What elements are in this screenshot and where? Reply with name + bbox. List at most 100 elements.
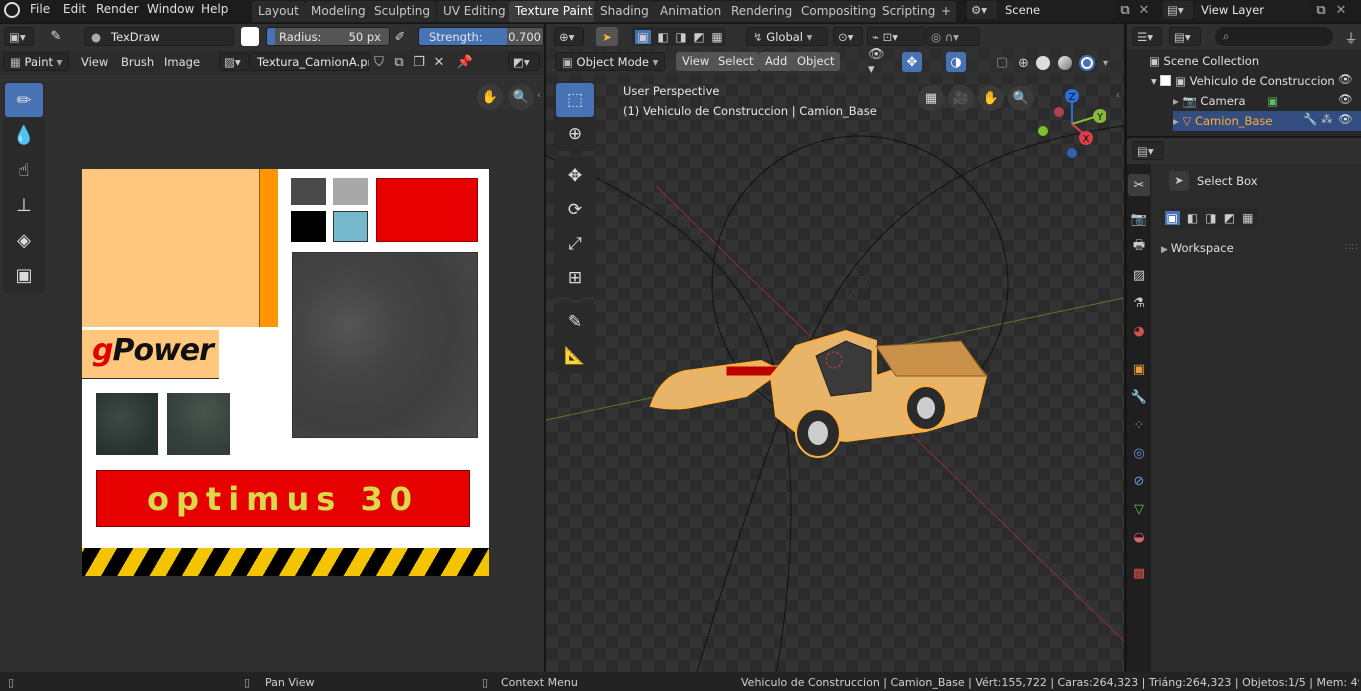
constraints-tab-icon[interactable]: ⊘ — [1128, 470, 1150, 492]
data-tab-icon[interactable]: ▽ — [1128, 498, 1150, 520]
mode-invert-icon[interactable]: ◩ — [1224, 211, 1235, 225]
viewport-editor-type-icon[interactable]: ⊕▾ — [554, 27, 584, 46]
collection-eye-icon[interactable]: 👁 — [1338, 72, 1353, 86]
render-tab-icon[interactable]: 📷 — [1128, 208, 1150, 230]
menu-brush[interactable]: Brush — [121, 55, 154, 69]
select-subtract-icon[interactable]: ◨ — [675, 30, 686, 44]
tab-modeling[interactable]: Modeling — [305, 1, 372, 22]
add-workspace-button[interactable]: + — [936, 1, 957, 22]
particles-tab-icon[interactable]: ⁘ — [1128, 414, 1150, 436]
select-intersect-icon[interactable]: ▦ — [711, 30, 722, 44]
properties-editor-type-icon[interactable]: ▤▾ — [1132, 141, 1164, 160]
object-tab-icon[interactable]: ▣ — [1128, 358, 1150, 380]
tab-uv-editing[interactable]: UV Editing — [437, 1, 512, 22]
menu-render[interactable]: Render — [92, 0, 143, 20]
scene-tab-icon[interactable]: ⚗ — [1128, 292, 1150, 314]
draw-tool-icon[interactable]: ✏ — [5, 83, 43, 117]
select-difference-icon[interactable]: ◩ — [693, 30, 704, 44]
menu-file[interactable]: File — [26, 0, 54, 20]
workspace-panel[interactable]: ▶ Workspace — [1161, 241, 1234, 255]
brush-selector[interactable]: ● TexDraw — [84, 27, 234, 46]
editor-type-icon[interactable]: ▣▾ — [4, 27, 34, 46]
panel-drag-handle-icon[interactable]: ∷∷ — [1345, 242, 1358, 253]
scene-name-field[interactable]: Scene — [998, 0, 1116, 20]
select-mode-buttons[interactable]: ▣ ◧ ◨ ◩ ▦ — [632, 27, 726, 46]
mode-intersect-icon[interactable]: ▦ — [1242, 211, 1253, 225]
fill-tool-icon[interactable]: ◈ — [5, 223, 43, 257]
zoom-icon[interactable]: 🔍 — [508, 84, 534, 110]
viewport-menu-select[interactable]: Select — [712, 52, 760, 71]
smear-tool-icon[interactable]: ☝ — [5, 153, 43, 187]
move-tool-icon[interactable]: ✥ — [556, 159, 594, 193]
overlays-toggle-icon[interactable]: ◑ — [946, 52, 966, 72]
world-tab-icon[interactable]: ◕ — [1128, 320, 1150, 342]
open-image-icon[interactable]: ❐ — [410, 52, 428, 72]
mode-set-icon[interactable]: ▣ — [1164, 211, 1180, 225]
shading-options-icon[interactable]: ▾ — [1103, 58, 1108, 69]
tab-sculpting[interactable]: Sculpting — [368, 1, 437, 22]
viewport-menu-view[interactable]: View — [676, 52, 716, 71]
toggle-perspective-icon[interactable]: ▦ — [918, 85, 944, 111]
3d-viewport[interactable]: ⊕▾ ➤ ▣ ◧ ◨ ◩ ▦ ↯ Global ▾ ⊙▾ ⌁ ⊡▾ ◎ ∩▾ ▣ Obj… — [546, 24, 1124, 672]
filter-icon[interactable]: ⏚ — [1341, 27, 1361, 47]
tab-scripting[interactable]: Scripting — [876, 1, 942, 22]
select-box-tool-icon[interactable]: ⬚ — [556, 83, 594, 117]
outliner-editor-type-icon[interactable]: ☰▾ — [1132, 27, 1162, 46]
viewport-pan-icon[interactable]: ✋ — [978, 85, 1004, 111]
fake-user-shield-icon[interactable]: ⛉ — [370, 52, 388, 72]
collection-checkbox[interactable] — [1160, 75, 1172, 86]
select-new-icon[interactable]: ▣ — [635, 29, 651, 44]
viewport-menu-add[interactable]: Add — [759, 52, 794, 71]
image-name-field[interactable]: Textura_CamionA.png — [250, 52, 370, 71]
view-layer-selector-icon[interactable]: ▤▾ — [1162, 0, 1194, 20]
image-browse-icon[interactable]: ▨▾ — [219, 52, 249, 71]
duplicate-image-icon[interactable]: ⧉ — [390, 52, 408, 72]
delete-view-layer-icon[interactable]: ✕ — [1332, 0, 1350, 20]
tab-compositing[interactable]: Compositing — [795, 1, 883, 22]
sidebar-toggle-icon[interactable]: ‹ — [537, 90, 541, 101]
physics-tab-icon[interactable]: ◎ — [1128, 442, 1150, 464]
material-tab-icon[interactable]: ◒ — [1128, 526, 1150, 548]
visibility-eye-icon[interactable]: 👁▾ — [868, 47, 888, 77]
construction-truck[interactable] — [649, 329, 988, 458]
mode-subtract-icon[interactable]: ◨ — [1205, 211, 1216, 225]
pressure-icon[interactable]: ✐ — [390, 27, 410, 47]
outliner-item-camera[interactable]: ▸ 📷 Camera ▣ — [1173, 91, 1278, 111]
tab-layout[interactable]: Layout — [252, 1, 305, 22]
brush-color-swatch[interactable] — [241, 27, 259, 46]
scale-tool-icon[interactable]: ⤢ — [556, 227, 594, 261]
display-channels-icon[interactable]: ◩▾ — [508, 52, 540, 71]
rendered-shading-icon[interactable] — [1079, 55, 1096, 71]
viewport-sidebar-toggle-icon[interactable]: ‹ — [1116, 90, 1120, 101]
unlink-image-icon[interactable]: ✕ — [430, 52, 448, 72]
collection-row[interactable]: ▾ ▣ Vehiculo de Construccion — [1151, 71, 1361, 91]
orientation-selector[interactable]: ↯ Global ▾ — [746, 27, 828, 46]
viewport-menu-object[interactable]: Object — [791, 52, 841, 71]
mode-extend-icon[interactable]: ◧ — [1187, 211, 1198, 225]
menu-image[interactable]: Image — [164, 55, 200, 69]
camera-eye-icon[interactable]: 👁 — [1338, 92, 1353, 106]
pin-icon[interactable]: 📌 — [456, 52, 474, 72]
view-layer-name-field[interactable]: View Layer — [1194, 0, 1312, 20]
soften-tool-icon[interactable]: 💧 — [5, 118, 43, 152]
clone-tool-icon[interactable]: ⊥ — [5, 188, 43, 222]
tab-rendering[interactable]: Rendering — [725, 1, 799, 22]
strength-field[interactable]: Strength: 0.700 — [418, 27, 544, 46]
cursor-tool-icon[interactable]: ⊕ — [556, 117, 594, 151]
output-tab-icon[interactable]: 🖶 — [1128, 236, 1150, 258]
navigation-gizmo[interactable]: Z Y X — [1034, 86, 1106, 158]
select-cursor-icon[interactable]: ➤ — [596, 27, 618, 46]
new-view-layer-icon[interactable]: ⧉ — [1312, 0, 1330, 20]
gizmo-toggle-icon[interactable]: ✥ — [902, 52, 922, 72]
snapping-icon[interactable]: ⌁ ⊡▾ — [867, 27, 925, 46]
menu-view[interactable]: View — [81, 55, 108, 69]
scene-selector-icon[interactable]: ⚙▾ — [966, 0, 998, 20]
object-mode-selector[interactable]: ▣ Object Mode ▾ — [555, 52, 665, 71]
new-scene-icon[interactable]: ⧉ — [1116, 0, 1134, 20]
blender-logo-icon[interactable] — [4, 2, 20, 18]
outliner-search-input[interactable]: ⌕ — [1215, 27, 1333, 46]
mode-selector[interactable]: ▦ Paint ▾ — [3, 52, 69, 71]
expand-arrow-icon[interactable]: ▾ — [1151, 74, 1160, 88]
pan-hand-icon[interactable]: ✋ — [477, 84, 503, 110]
rotate-tool-icon[interactable]: ⟳ — [556, 193, 594, 227]
